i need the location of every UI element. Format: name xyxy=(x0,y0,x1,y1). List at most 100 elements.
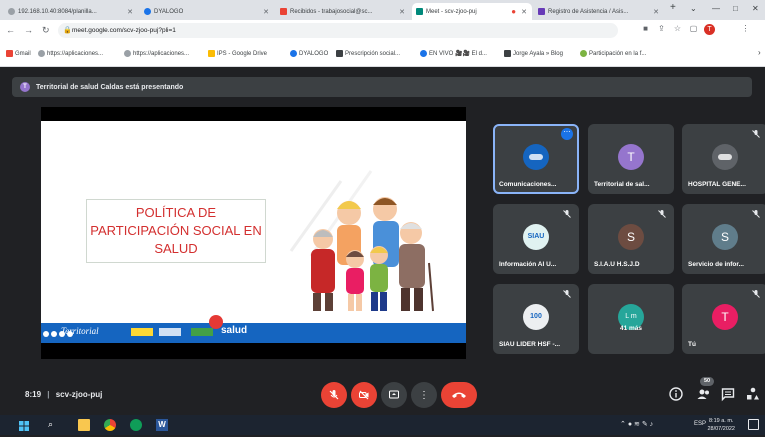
bookmark-star-icon[interactable]: ☆ xyxy=(672,24,683,35)
reload-icon[interactable]: ↻ xyxy=(42,25,50,36)
present-icon xyxy=(389,390,399,399)
family-illustration xyxy=(311,197,434,312)
camera-icon[interactable]: ■ xyxy=(640,24,651,35)
search-icon[interactable]: ⌕ xyxy=(48,419,60,431)
language-indicator[interactable]: ESP xyxy=(694,421,706,427)
share-icon[interactable]: ⇪ xyxy=(656,24,667,35)
bookmark-participacion[interactable]: Participación en la f... xyxy=(580,50,646,57)
chevron-up-icon[interactable]: ⌃ xyxy=(620,421,626,428)
dyalogo-icon xyxy=(144,8,151,15)
partner-logo xyxy=(159,328,181,336)
separator: | xyxy=(47,390,50,399)
participant-avatar: S xyxy=(712,224,738,250)
participant-tile[interactable]: T Territorial de sal... xyxy=(588,124,674,194)
profile-avatar[interactable]: T xyxy=(704,24,715,35)
meeting-details-button[interactable] xyxy=(668,386,684,402)
back-icon[interactable]: ← xyxy=(6,25,15,35)
participant-tile[interactable]: Comunicaciones... ⋯ xyxy=(493,124,579,194)
bookmark-aplicaciones-2[interactable]: https://aplicaciones... xyxy=(124,50,189,57)
bookmark-aplicaciones-1[interactable]: https://aplicaciones... xyxy=(38,50,103,57)
word-icon[interactable]: W xyxy=(156,419,168,431)
tab-search-icon[interactable]: ⌄ xyxy=(690,4,697,13)
caldas-logo xyxy=(131,328,153,336)
bookmark-en-vivo[interactable]: EN VIVO 🎥🎥 El d... xyxy=(420,50,487,57)
windows-start-icon[interactable] xyxy=(18,419,30,431)
notifications-icon[interactable] xyxy=(748,419,759,430)
mic-muted-icon xyxy=(752,290,760,298)
close-icon[interactable]: ✕ xyxy=(521,8,532,16)
edge-icon[interactable] xyxy=(130,419,142,431)
drive-icon xyxy=(208,50,215,57)
forms-icon xyxy=(538,8,545,15)
close-icon[interactable]: ✕ xyxy=(127,8,138,16)
microphone-off-button[interactable] xyxy=(321,382,347,408)
participant-name: S.I.A.U H.S.J.D xyxy=(594,261,640,268)
tab-meet[interactable]: Meet - scv-zjoo-puj ● ✕ xyxy=(412,3,532,20)
participant-name: SIAU LIDER HSF -... xyxy=(499,341,561,348)
lock-icon: 🔒 xyxy=(63,27,72,34)
participant-tile[interactable]: L m 41 más xyxy=(588,284,674,354)
chat-button[interactable] xyxy=(720,386,736,402)
slide-title: POLÍTICA DE PARTICIPACIÓN SOCIAL EN SALUD xyxy=(86,199,266,263)
clock-time: 8:19 a. m. xyxy=(709,418,734,424)
forward-icon[interactable]: → xyxy=(24,25,33,35)
mic-muted-icon xyxy=(658,210,666,218)
tab-dyalogo[interactable]: DYALOGO ✕ xyxy=(140,3,274,20)
participant-tile[interactable]: SIAU Información Al U... xyxy=(493,204,579,274)
bookmark-gmail[interactable]: Gmail xyxy=(6,50,31,57)
close-icon[interactable]: ✕ xyxy=(653,8,664,16)
people-count-badge: 50 xyxy=(700,377,714,386)
tab-planilla[interactable]: 192.168.10.40:8084/planilla... ✕ xyxy=(4,3,138,20)
participant-tile[interactable]: HOSPITAL GENE... xyxy=(682,124,765,194)
globe-icon xyxy=(580,50,587,57)
menu-icon[interactable]: ⋮ xyxy=(740,24,751,35)
bookmark-drive[interactable]: IPS - Google Drive xyxy=(208,50,267,57)
maximize-icon[interactable]: □ xyxy=(733,4,738,13)
taskbar-clock[interactable]: 8:19 a. m. 28/07/2022 xyxy=(707,417,735,433)
participant-tile[interactable]: S S.I.A.U H.S.J.D xyxy=(588,204,674,274)
globe-icon xyxy=(8,8,15,15)
url-text: meet.google.com/scv-zjoo-puj?pli=1 xyxy=(72,27,176,34)
activities-button[interactable] xyxy=(745,386,761,402)
presenter-avatar: T xyxy=(20,82,30,92)
twitter-icon xyxy=(51,331,57,337)
close-window-icon[interactable]: ✕ xyxy=(752,4,759,13)
chrome-icon[interactable] xyxy=(104,419,116,431)
more-options-button[interactable]: ⋮ xyxy=(411,382,437,408)
new-tab-button[interactable]: + xyxy=(670,2,676,13)
sidebar-icon[interactable]: ▢ xyxy=(688,24,699,35)
participant-tile[interactable]: T Tú xyxy=(682,284,765,354)
participant-tile[interactable]: S Servicio de infor... xyxy=(682,204,765,274)
close-icon[interactable]: ✕ xyxy=(399,8,410,16)
activities-icon xyxy=(747,387,759,400)
participant-avatar: T xyxy=(712,304,738,330)
address-bar[interactable]: 🔒 meet.google.com/scv-zjoo-puj?pli=1 xyxy=(58,23,618,38)
bookmark-jorge-ayala[interactable]: Jorge Ayala » Blog xyxy=(504,50,563,57)
bookmark-dyalogo[interactable]: DYALOGO xyxy=(290,50,328,57)
wifi-icon: ≋ xyxy=(634,421,640,428)
globe-icon xyxy=(38,50,45,57)
bookmark-prescripcion[interactable]: Prescripción social... xyxy=(336,50,400,57)
file-explorer-icon[interactable] xyxy=(78,419,90,431)
tray-icons[interactable]: ⌃ ● ≋ ✎ ♪ xyxy=(620,420,653,428)
participant-tile[interactable]: 100 SIAU LIDER HSF -... xyxy=(493,284,579,354)
participant-name: 41 más xyxy=(619,325,643,332)
slide-title-line: PARTICIPACIÓN SOCIAL EN xyxy=(90,223,262,238)
bookmark-label: Prescripción social... xyxy=(345,50,401,57)
leave-call-button[interactable] xyxy=(441,382,477,408)
tab-registro[interactable]: Registro de Asistencia / Asis... ✕ xyxy=(534,3,664,20)
tab-label: Recibidos - trabajosocial@sc... xyxy=(290,8,373,15)
minimize-icon[interactable]: — xyxy=(712,4,720,13)
bookmarks-overflow-icon[interactable]: › xyxy=(758,48,761,57)
more-options-icon[interactable]: ⋯ xyxy=(561,128,573,140)
presentation-frame[interactable]: POLÍTICA DE PARTICIPACIÓN SOCIAL EN SALUD xyxy=(41,107,466,359)
address-bar-row: ← → ↻ 🔒 meet.google.com/scv-zjoo-puj?pli… xyxy=(0,20,765,41)
present-screen-button[interactable] xyxy=(381,382,407,408)
tab-gmail[interactable]: Recibidos - trabajosocial@sc... ✕ xyxy=(276,3,410,20)
people-button[interactable]: 50 xyxy=(696,377,714,402)
bookmark-label: Jorge Ayala » Blog xyxy=(513,50,563,57)
camera-off-button[interactable] xyxy=(351,382,377,408)
close-icon[interactable]: ✕ xyxy=(263,8,274,16)
slide-footer: Territorial salud xyxy=(41,315,466,343)
participant-name: Tú xyxy=(688,341,696,348)
